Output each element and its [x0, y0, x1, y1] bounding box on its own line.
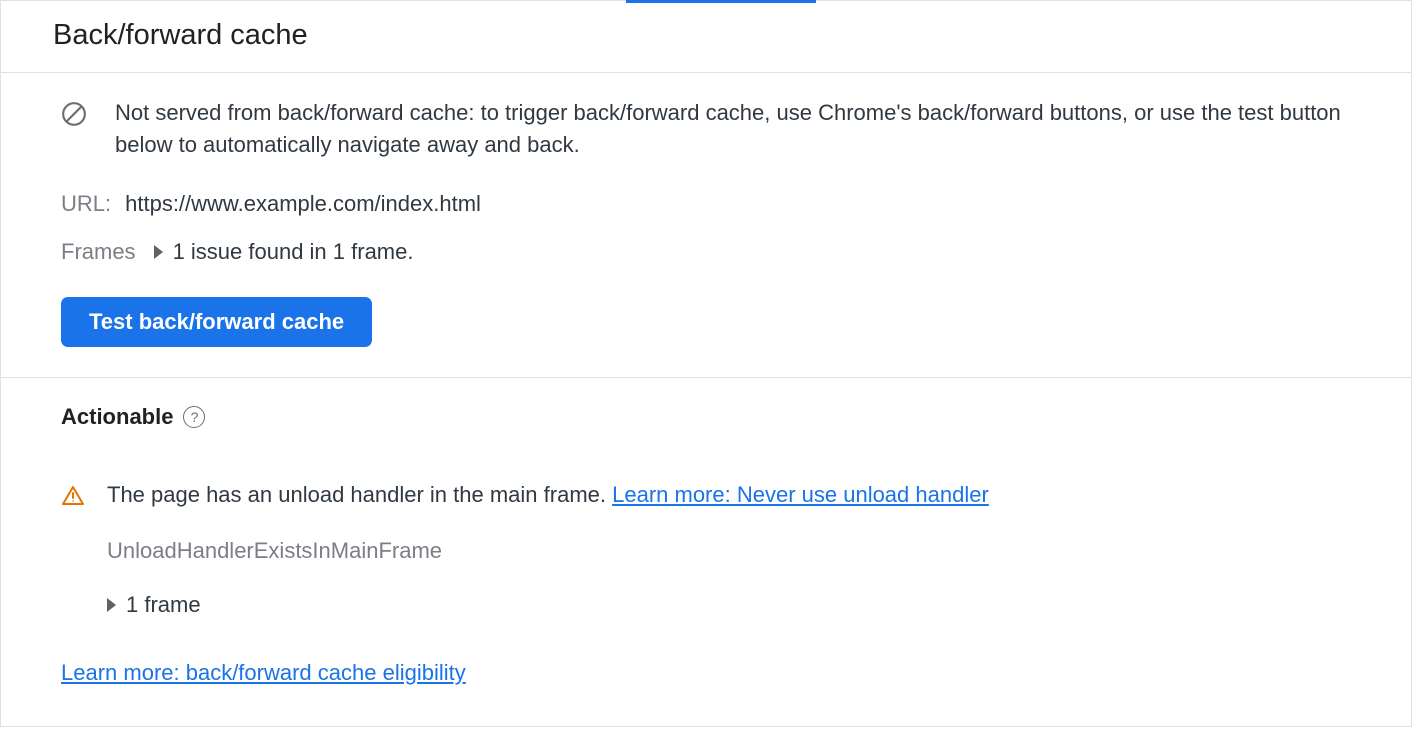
warning-triangle-icon	[61, 484, 85, 508]
issue-learn-more-link[interactable]: Learn more: Never use unload handler	[612, 482, 989, 507]
url-label: URL:	[61, 191, 111, 217]
issue-frame-row[interactable]: 1 frame	[107, 592, 1351, 618]
url-value: https://www.example.com/index.html	[125, 191, 481, 217]
frames-label: Frames	[61, 239, 136, 265]
issue-row: The page has an unload handler in the ma…	[61, 482, 1351, 508]
frames-summary: 1 issue found in 1 frame.	[173, 239, 414, 265]
expand-caret-icon[interactable]	[107, 598, 116, 612]
issue-code: UnloadHandlerExistsInMainFrame	[107, 538, 1351, 564]
help-icon[interactable]: ?	[183, 406, 205, 428]
test-bfcache-button[interactable]: Test back/forward cache	[61, 297, 372, 347]
frames-row[interactable]: Frames 1 issue found in 1 frame.	[61, 239, 1351, 265]
status-section: Not served from back/forward cache: to t…	[1, 73, 1411, 378]
actionable-section: Actionable ? The page has an unload hand…	[1, 378, 1411, 726]
issue-frame-count: 1 frame	[126, 592, 201, 618]
expand-caret-icon[interactable]	[154, 245, 163, 259]
blocked-circle-icon	[61, 101, 87, 127]
eligibility-learn-more-link[interactable]: Learn more: back/forward cache eligibili…	[61, 660, 466, 685]
url-row: URL: https://www.example.com/index.html	[61, 191, 1351, 217]
active-tab-indicator	[626, 0, 816, 3]
issue-description: The page has an unload handler in the ma…	[107, 482, 612, 507]
actionable-heading: Actionable	[61, 404, 173, 430]
status-message: Not served from back/forward cache: to t…	[115, 97, 1351, 161]
panel-header: Back/forward cache	[1, 0, 1411, 73]
page-title: Back/forward cache	[53, 19, 1411, 52]
